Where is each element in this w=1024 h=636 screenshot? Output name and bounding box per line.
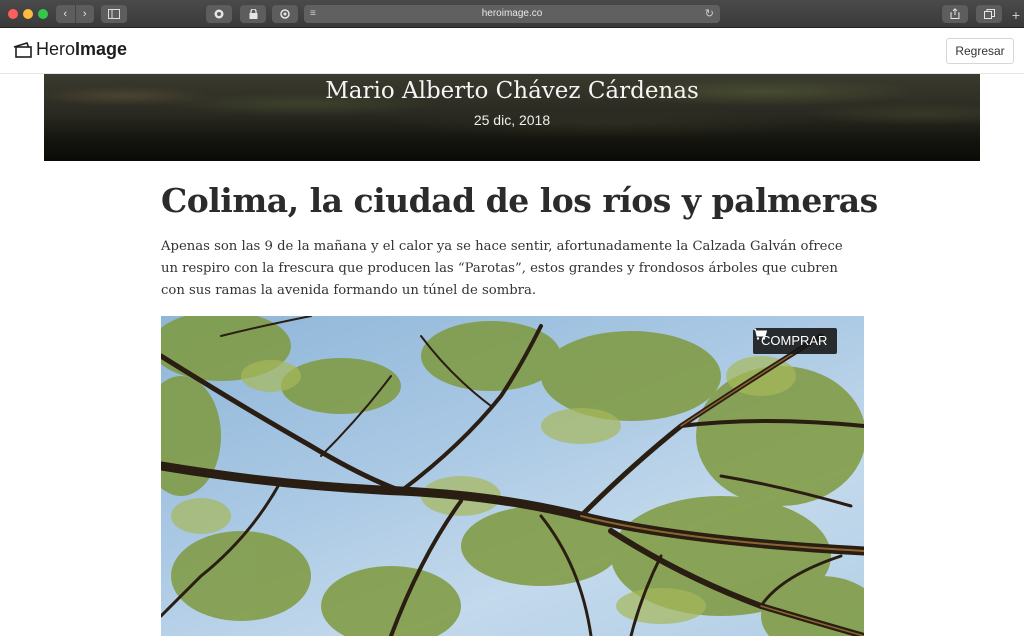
back-button[interactable]: Regresar — [946, 38, 1014, 64]
cart-icon — [753, 328, 767, 340]
article-body: Apenas son las 9 de la mañana y el calor… — [161, 239, 843, 298]
extension-icon[interactable] — [206, 5, 232, 23]
reload-icon[interactable]: ↻ — [705, 5, 714, 23]
site-header: HeroImage Regresar — [0, 28, 1024, 74]
article-title: Colima, la ciudad de los ríos y palmeras — [161, 181, 878, 220]
article-photo[interactable]: COMPRAR — [161, 316, 864, 636]
close-window-button[interactable] — [8, 9, 18, 19]
history-nav: ‹ › — [56, 5, 94, 23]
reader-icon[interactable]: ≡ — [310, 5, 316, 23]
author-name: Mario Alberto Chávez Cárdenas — [325, 78, 699, 104]
back-icon[interactable]: ‹ — [56, 5, 76, 23]
logo-text: HeroImage — [36, 39, 127, 60]
logo-icon — [13, 41, 32, 58]
logo[interactable]: HeroImage — [13, 39, 127, 60]
logo-text-bold: Image — [75, 39, 128, 59]
zoom-window-button[interactable] — [38, 9, 48, 19]
buy-label: COMPRAR — [761, 333, 828, 348]
buy-button[interactable]: COMPRAR — [753, 328, 838, 354]
new-tab-icon[interactable]: + — [1008, 6, 1024, 24]
lock-icon[interactable] — [240, 5, 266, 23]
browser-toolbar: ‹ › ≡ heroimage.co ↻ + — [0, 0, 1024, 28]
address-bar[interactable]: ≡ heroimage.co ↻ — [304, 5, 720, 23]
hero-banner: Mario Alberto Chávez Cárdenas 25 dic, 20… — [44, 74, 980, 161]
tabs-icon[interactable] — [976, 5, 1002, 23]
publish-date: 25 dic, 2018 — [473, 112, 551, 128]
forward-icon[interactable]: › — [76, 5, 95, 23]
logo-text-light: Hero — [36, 39, 76, 59]
share-icon[interactable] — [942, 5, 968, 23]
minimize-window-button[interactable] — [23, 9, 33, 19]
url-text: heroimage.co — [481, 8, 543, 19]
settings-icon[interactable] — [272, 5, 298, 23]
tree-canopy-image — [161, 316, 864, 636]
sidebar-icon[interactable] — [101, 5, 127, 23]
